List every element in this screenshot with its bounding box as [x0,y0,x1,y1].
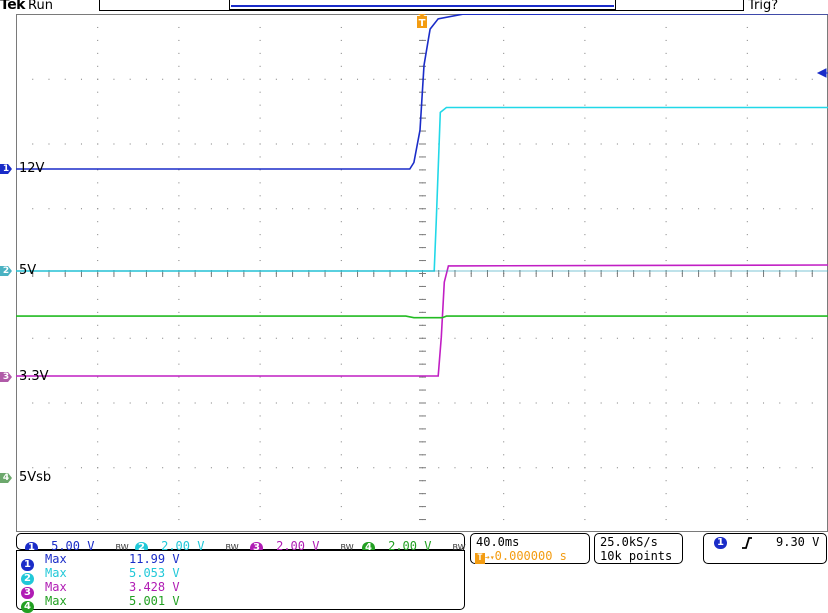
trigger-markers: T [417,14,828,78]
measurement-row[interactable]: 4 Max 5.001 V [21,594,180,613]
meas4-value: 5.001 V [129,594,180,608]
trigger-box[interactable]: 1 9.30 V [703,533,827,564]
trigger-position: T ➔▾0.000000 s [475,549,567,564]
meas1-value: 11.99 V [129,552,180,566]
ch1-scale[interactable]: 1 5.00 V BW [25,535,129,554]
sample-rate: 25.0kS/s [600,535,658,549]
trace-5v [16,106,828,272]
trigger-level: 9.30 V [776,535,820,549]
timebase-box[interactable]: 40.0ms T ➔▾0.000000 s [470,533,590,564]
meas3-name: Max [45,580,67,594]
trigger-t-icon: T [475,553,485,564]
brand-logo: Tek [0,0,26,13]
meas4-name: Max [45,594,67,608]
trace-33v [16,264,828,377]
waveform-display[interactable]: T [16,14,828,532]
trigger-source-badge: 1 [714,537,727,549]
acquisition-box[interactable]: 25.0kS/s 10k points [594,533,683,564]
channel-scale-bar: 1 5.00 V BW 2 2.00 V BW 3 2.00 V BW 4 2.… [16,533,466,554]
horizontal-scale: 40.0ms [476,535,520,549]
trace-12v [16,14,828,170]
ch4-ground-marker[interactable]: 4 [0,472,12,484]
run-state: Run [28,0,53,13]
right-arrow-icon: ➔▾ [485,553,495,562]
record-waveform-preview [231,5,614,7]
measurement-row[interactable]: 2 Max 5.053 V [21,566,180,585]
ch3-ground-marker[interactable]: 3 [0,371,12,383]
trigger-position-value: 0.000000 s [494,549,567,563]
trigger-status: Trig? [748,0,779,13]
ch1-label: 12V [19,161,45,176]
measurements-panel: 1 Max 11.99 V 2 Max 5.053 V 3 Max 3.428 … [16,550,465,613]
meas3-value: 3.428 V [129,580,180,594]
ch3-scale[interactable]: 3 2.00 V BW [250,535,354,554]
ch1-ground-marker[interactable]: 1 [0,163,12,175]
measurement-row[interactable]: 3 Max 3.428 V [21,580,180,599]
meas4-badge: 4 [21,601,34,613]
ch3-label: 3.3V [19,369,49,384]
trigger-t-label: T [419,18,426,29]
waveform-traces [16,14,828,377]
rising-edge-icon [742,537,752,549]
ch4-label: 5Vsb [19,470,52,485]
meas2-name: Max [45,566,67,580]
meas1-name: Max [45,552,67,566]
ch2-label: 5V [19,263,37,278]
ch2-scale[interactable]: 2 2.00 V BW [135,535,239,554]
measurement-row[interactable]: 1 Max 11.99 V [21,552,180,571]
left-arrow-icon[interactable] [816,68,828,78]
top-status-bar: Tek Run Trig? [0,0,828,14]
ch4-scale[interactable]: 4 2.00 V BW [362,535,466,554]
ch2-ground-marker[interactable]: 2 [0,265,12,277]
meas2-value: 5.053 V [129,566,180,580]
record-length: 10k points [600,549,673,563]
trace-5vsb [16,315,828,319]
